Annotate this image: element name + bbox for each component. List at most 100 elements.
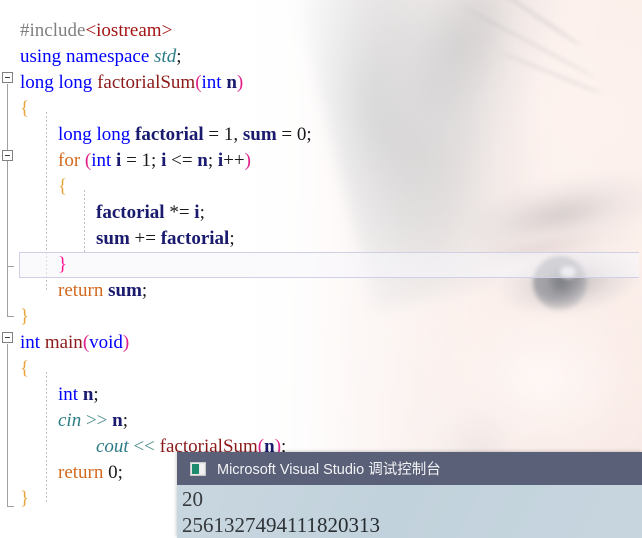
visual-studio-cpp-editor-screen: #include<iostream> using namespace std; lo… [0, 0, 642, 538]
outline-bar-main [7, 344, 8, 506]
code-token: int [20, 332, 41, 353]
collapse-toggle-main[interactable] [2, 332, 13, 343]
code-token: int [201, 72, 222, 93]
code-token: ; [117, 462, 123, 483]
code-token: ; [93, 384, 99, 405]
code-token: } [58, 254, 68, 275]
code-token: ; [306, 124, 312, 145]
code-line[interactable]: return sum; [58, 278, 147, 304]
code-token: int [58, 384, 79, 405]
console-output-line: 2561327494111820313 [182, 513, 380, 537]
code-token: void [89, 332, 123, 353]
code-token: = [276, 124, 297, 145]
console-title-bar[interactable]: Microsoft Visual Studio 调试控制台 [177, 452, 642, 485]
code-line[interactable]: sum += factorial; [96, 226, 235, 252]
code-token: <iostream> [85, 20, 173, 41]
collapse-toggle-for-loop[interactable] [2, 150, 13, 161]
code-token: n [82, 384, 94, 405]
code-line[interactable]: } [20, 304, 29, 330]
code-token: 0 [108, 462, 118, 483]
outline-bar-for-loop [7, 162, 8, 266]
code-token: } [20, 488, 30, 509]
code-token: int [91, 150, 112, 171]
indent-guide [84, 190, 85, 252]
code-token: <= [166, 150, 198, 171]
code-line[interactable]: } [58, 252, 67, 278]
outlining-margin[interactable] [0, 0, 18, 538]
code-token: { [58, 176, 68, 197]
code-token: ; [229, 228, 235, 249]
code-line[interactable]: for (int i = 1; i <= n; i++) [58, 148, 251, 174]
code-token: using [20, 46, 62, 67]
code-token: return [58, 462, 104, 483]
code-token: , [233, 124, 243, 145]
code-token: long [58, 72, 93, 93]
code-token: n [197, 150, 208, 171]
console-output-area[interactable]: 20 2561327494111820313 [177, 485, 642, 538]
code-line[interactable]: { [58, 174, 67, 200]
code-token: namespace [65, 46, 150, 67]
code-line[interactable]: int main(void) [20, 330, 129, 356]
code-line[interactable]: #include<iostream> [20, 18, 172, 44]
outline-foot-for-loop [7, 266, 14, 267]
code-token: factorial [96, 202, 165, 223]
console-icon [190, 461, 206, 476]
code-token: sum [96, 228, 130, 249]
code-token: 1 [141, 150, 152, 171]
code-token: ; [151, 150, 162, 171]
code-token: factorial [160, 228, 230, 249]
debug-console-window[interactable]: Microsoft Visual Studio 调试控制台 20 25613274… [177, 452, 642, 538]
code-token: return [58, 280, 104, 301]
code-token: n [226, 72, 237, 93]
code-token: 0 [296, 124, 307, 145]
code-line[interactable]: cin >> n; [58, 408, 128, 434]
code-line[interactable]: using namespace std; [20, 44, 182, 70]
code-token: long [20, 72, 54, 93]
code-token: cin [58, 410, 82, 431]
outline-foot-main [7, 506, 14, 507]
code-token: } [20, 306, 30, 327]
code-token: { [20, 358, 30, 379]
code-token: ) [244, 150, 251, 171]
code-token: += [129, 228, 161, 249]
collapse-toggle-factorialsum[interactable] [2, 72, 13, 83]
code-line[interactable]: return 0; [58, 460, 123, 486]
code-token: ) [236, 72, 244, 93]
code-token: #include [20, 20, 86, 41]
console-window-title: Microsoft Visual Studio 调试控制台 [217, 462, 441, 478]
code-token: std [154, 46, 177, 67]
code-token: main [44, 332, 83, 353]
code-line[interactable]: int n; [58, 382, 99, 408]
code-token: sum [108, 280, 142, 301]
code-token: *= [164, 202, 195, 223]
outline-foot-factorialsum [7, 316, 14, 317]
code-line[interactable]: } [20, 486, 29, 512]
code-token: = [121, 150, 142, 171]
code-token: << [133, 436, 155, 457]
current-line-highlight [19, 252, 639, 278]
code-token: ; [199, 202, 205, 223]
code-line[interactable]: long long factorial = 1, sum = 0; [58, 122, 312, 148]
code-line[interactable]: { [20, 356, 29, 382]
code-token: { [20, 98, 30, 119]
code-token: ; [207, 150, 218, 171]
code-line[interactable]: long long factorialSum(int n) [20, 70, 243, 96]
code-token: ; [122, 410, 129, 431]
code-token: long [58, 124, 92, 145]
code-token: factorial [135, 124, 204, 145]
code-token: factorialSum [97, 72, 196, 93]
code-token: ; [176, 46, 182, 67]
code-token: sum [242, 124, 277, 145]
code-line[interactable]: factorial *= i; [96, 200, 205, 226]
code-token: = [203, 124, 224, 145]
code-token: ) [122, 332, 130, 353]
code-token: ; [141, 280, 148, 301]
current-line-left-border [19, 253, 20, 277]
code-token: cout [96, 436, 129, 457]
code-token: for [58, 150, 81, 171]
code-token: ++ [223, 150, 245, 171]
code-line[interactable]: { [20, 96, 29, 122]
code-token: 1 [223, 124, 234, 145]
console-output-line: 20 [182, 487, 203, 511]
indent-guide [46, 372, 47, 502]
